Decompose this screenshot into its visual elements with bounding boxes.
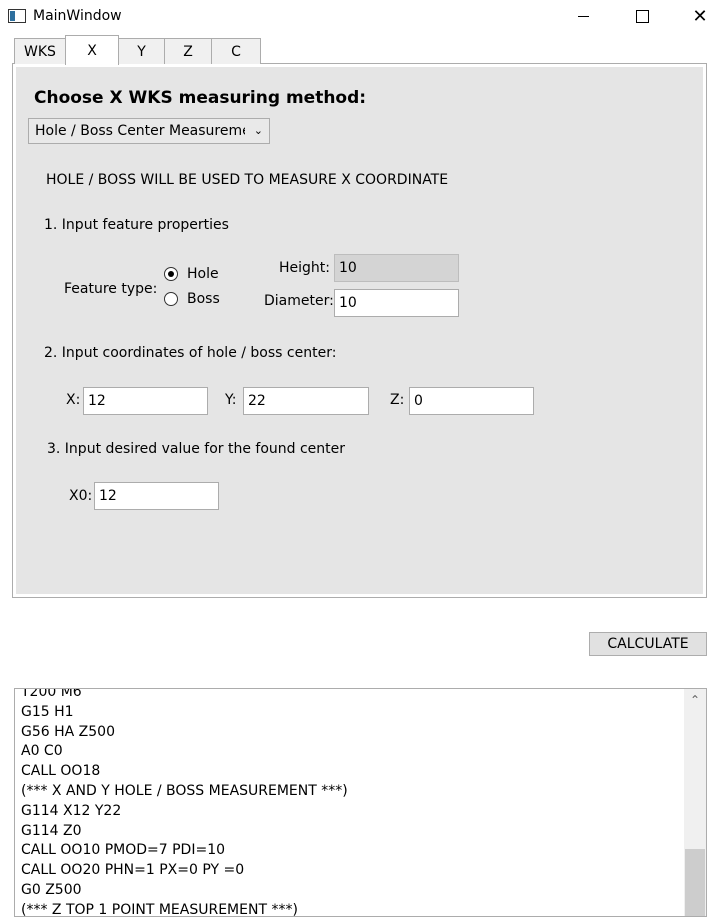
output-line: CALL OO20 PHN=1 PX=0 PY =0 — [21, 862, 245, 879]
output-line: G15 H1 — [21, 703, 74, 720]
output-line: T200 M6 — [21, 688, 82, 700]
feature-type-label: Feature type: — [64, 281, 158, 297]
output-line: CALL OO18 — [21, 763, 101, 780]
x0-field[interactable] — [94, 482, 219, 510]
vertical-scrollbar[interactable]: ⌃ — [684, 689, 706, 916]
output-line: (*** Z TOP 1 POINT MEASUREMENT ***) — [21, 901, 298, 917]
tab-y[interactable]: Y — [118, 38, 165, 64]
tab-c[interactable]: C — [211, 38, 261, 64]
close-button[interactable]: ✕ — [671, 0, 727, 33]
boss-radio-label[interactable]: Boss — [187, 291, 220, 307]
window-title: MainWindow — [33, 8, 122, 24]
diameter-field[interactable] — [334, 289, 459, 317]
output-lines: T200 M6 G15 H1 G56 HA Z500 A0 C0 CALL OO18 (*… — [21, 688, 681, 917]
tab-x[interactable]: X — [65, 35, 119, 65]
step3-label: 3. Input desired value for the found cen… — [47, 441, 346, 457]
app-icon — [8, 9, 26, 23]
x0-label: X0: — [69, 488, 93, 504]
panel-heading: Choose X WKS measuring method: — [34, 88, 367, 108]
chevron-down-icon: ⌄ — [253, 124, 263, 137]
y-coord-field[interactable] — [243, 387, 369, 415]
method-select[interactable]: Hole / Boss Center Measurement ⌄ — [28, 118, 270, 144]
output-line: G114 Z0 — [21, 822, 82, 839]
hole-radio[interactable] — [164, 267, 178, 281]
step2-label: 2. Input coordinates of hole / boss cent… — [44, 345, 337, 361]
method-info-text: HOLE / BOSS WILL BE USED TO MEASURE X CO… — [46, 172, 449, 188]
output-textbox[interactable]: T200 M6 G15 H1 G56 HA Z500 A0 C0 CALL OO18 (*… — [14, 688, 707, 917]
scrollbar-thumb[interactable] — [685, 849, 705, 916]
output-line: G56 HA Z500 — [21, 723, 115, 740]
title-bar: MainWindow ✕ — [0, 0, 727, 33]
output-line: G114 X12 Y22 — [21, 802, 122, 819]
x-coord-field[interactable] — [83, 387, 208, 415]
z-coord-field[interactable] — [409, 387, 534, 415]
output-line: (*** X AND Y HOLE / BOSS MEASUREMENT ***… — [21, 782, 348, 799]
minimize-button[interactable] — [554, 0, 612, 33]
y-coord-label: Y: — [225, 392, 237, 408]
step1-label: 1. Input feature properties — [44, 217, 229, 233]
output-line: G0 Z500 — [21, 881, 82, 898]
x-wks-panel — [16, 67, 703, 594]
method-select-value: Hole / Boss Center Measurement — [35, 123, 245, 139]
output-line: A0 C0 — [21, 743, 63, 760]
tab-z[interactable]: Z — [164, 38, 212, 64]
height-field[interactable] — [334, 254, 459, 282]
calculate-button[interactable]: CALCULATE — [589, 632, 707, 656]
boss-radio[interactable] — [164, 292, 178, 306]
hole-radio-label[interactable]: Hole — [187, 266, 219, 282]
diameter-label: Diameter: — [264, 293, 334, 309]
tab-wks[interactable]: WKS — [14, 38, 66, 64]
chevron-up-icon[interactable]: ⌃ — [684, 689, 706, 711]
x-coord-label: X: — [66, 392, 81, 408]
maximize-button[interactable] — [613, 0, 671, 33]
z-coord-label: Z: — [390, 392, 405, 408]
output-line: CALL OO10 PMOD=7 PDI=10 — [21, 842, 226, 859]
height-label: Height: — [279, 260, 330, 276]
